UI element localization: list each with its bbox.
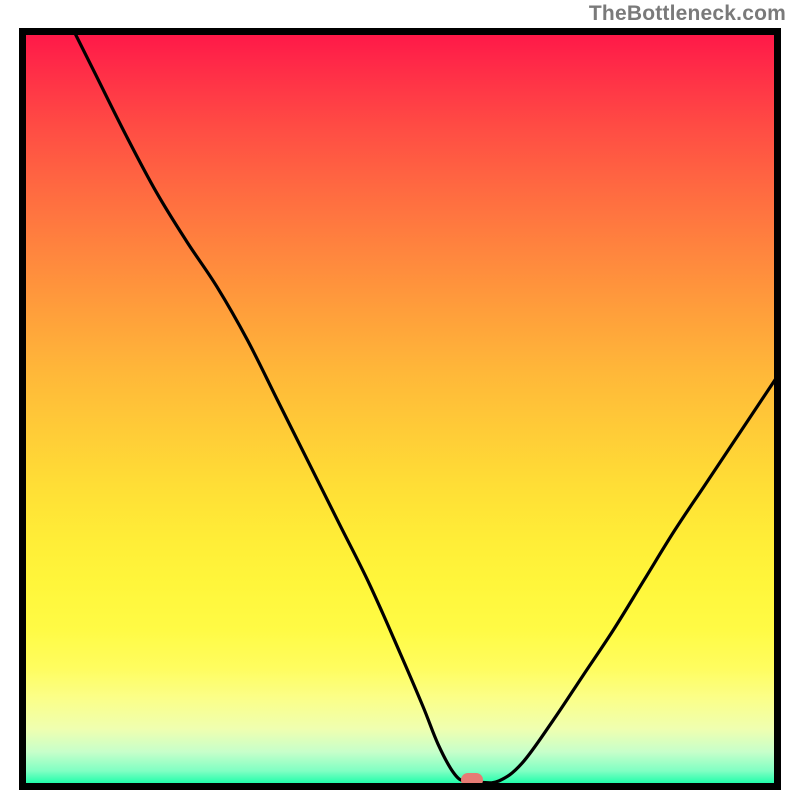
bottleneck-curve (19, 28, 781, 790)
watermark-label: TheBottleneck.com (589, 2, 786, 26)
plot-area (19, 28, 781, 790)
chart-root: TheBottleneck.com (0, 0, 800, 800)
optimal-point-marker (461, 773, 483, 787)
